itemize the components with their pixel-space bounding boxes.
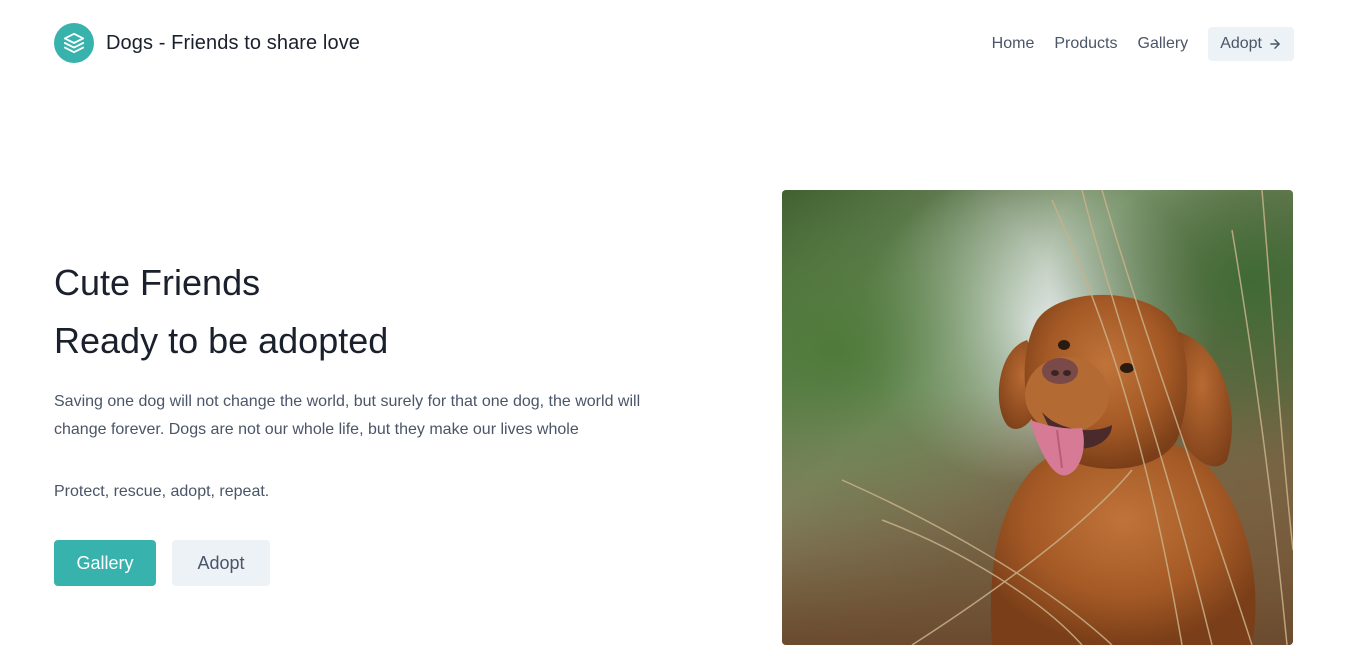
hero-tagline: Protect, rescue, adopt, repeat. (54, 483, 270, 500)
dog-photo (782, 190, 1293, 645)
layers-icon (54, 23, 94, 63)
hero-title: Cute Friends Ready to be adopted (54, 254, 694, 370)
nav-home-link[interactable]: Home (992, 35, 1035, 53)
nav-adopt-label: Adopt (1220, 35, 1262, 52)
hero-buttons: Gallery Adopt (54, 540, 270, 586)
gallery-button[interactable]: Gallery (54, 540, 156, 586)
arrow-right-icon (1268, 37, 1282, 51)
hero-content: Cute Friends Ready to be adopted Saving … (54, 254, 694, 506)
site-header: Dogs - Friends to share love Home Produc… (0, 0, 1347, 90)
hero-title-line1: Cute Friends (54, 262, 261, 303)
adopt-button[interactable]: Adopt (172, 540, 270, 586)
hero-description: Saving one dog will not change the world… (54, 393, 641, 438)
nav-products-link[interactable]: Products (1054, 35, 1117, 53)
hero-title-line2: Ready to be adopted (54, 320, 389, 361)
brand-name: Dogs - Friends to share love (106, 31, 361, 54)
main-nav: Home Products Gallery Adopt (992, 27, 1294, 61)
brand-link[interactable]: Dogs - Friends to share love (54, 23, 360, 63)
nav-gallery-link[interactable]: Gallery (1138, 35, 1189, 53)
nav-adopt-button[interactable]: Adopt (1208, 27, 1294, 61)
